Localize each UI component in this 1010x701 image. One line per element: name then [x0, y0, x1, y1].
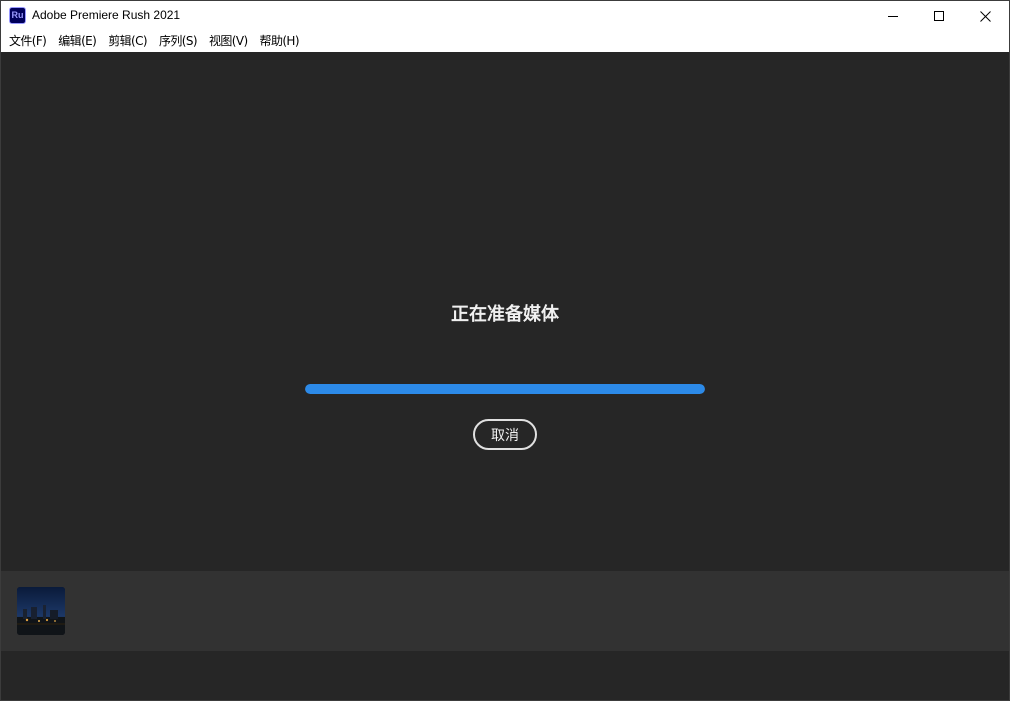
main-content: 正在准备媒体 取消: [1, 52, 1009, 700]
menu-clip[interactable]: 剪辑(C): [102, 31, 153, 51]
maximize-icon: [934, 11, 944, 21]
menu-sequence[interactable]: 序列(S): [153, 31, 203, 51]
media-thumbnail[interactable]: [17, 587, 65, 635]
progress-fill: [305, 384, 705, 394]
preparing-media-heading: 正在准备媒体: [451, 304, 559, 325]
premiere-rush-icon: Ru: [9, 7, 26, 24]
progress-bar: [305, 384, 705, 394]
minimize-icon: [888, 16, 898, 17]
thumbnail-image: [17, 587, 65, 635]
menu-file[interactable]: 文件(F): [3, 31, 52, 51]
app-window: Ru Adobe Premiere Rush 2021 文件(F) 编辑(E) …: [0, 0, 1010, 701]
title-bar: Ru Adobe Premiere Rush 2021: [1, 1, 1009, 31]
menu-help[interactable]: 帮助(H): [254, 31, 305, 51]
close-button[interactable]: [962, 1, 1008, 31]
menu-bar: 文件(F) 编辑(E) 剪辑(C) 序列(S) 视图(V) 帮助(H): [1, 31, 1009, 51]
menu-view[interactable]: 视图(V): [203, 31, 254, 51]
window-title: Adobe Premiere Rush 2021: [32, 8, 181, 22]
media-strip: [1, 571, 1009, 651]
menu-edit[interactable]: 编辑(E): [52, 31, 102, 51]
close-icon: [979, 10, 991, 22]
minimize-button[interactable]: [870, 1, 916, 31]
cancel-button[interactable]: 取消: [473, 419, 537, 450]
maximize-button[interactable]: [916, 1, 962, 31]
